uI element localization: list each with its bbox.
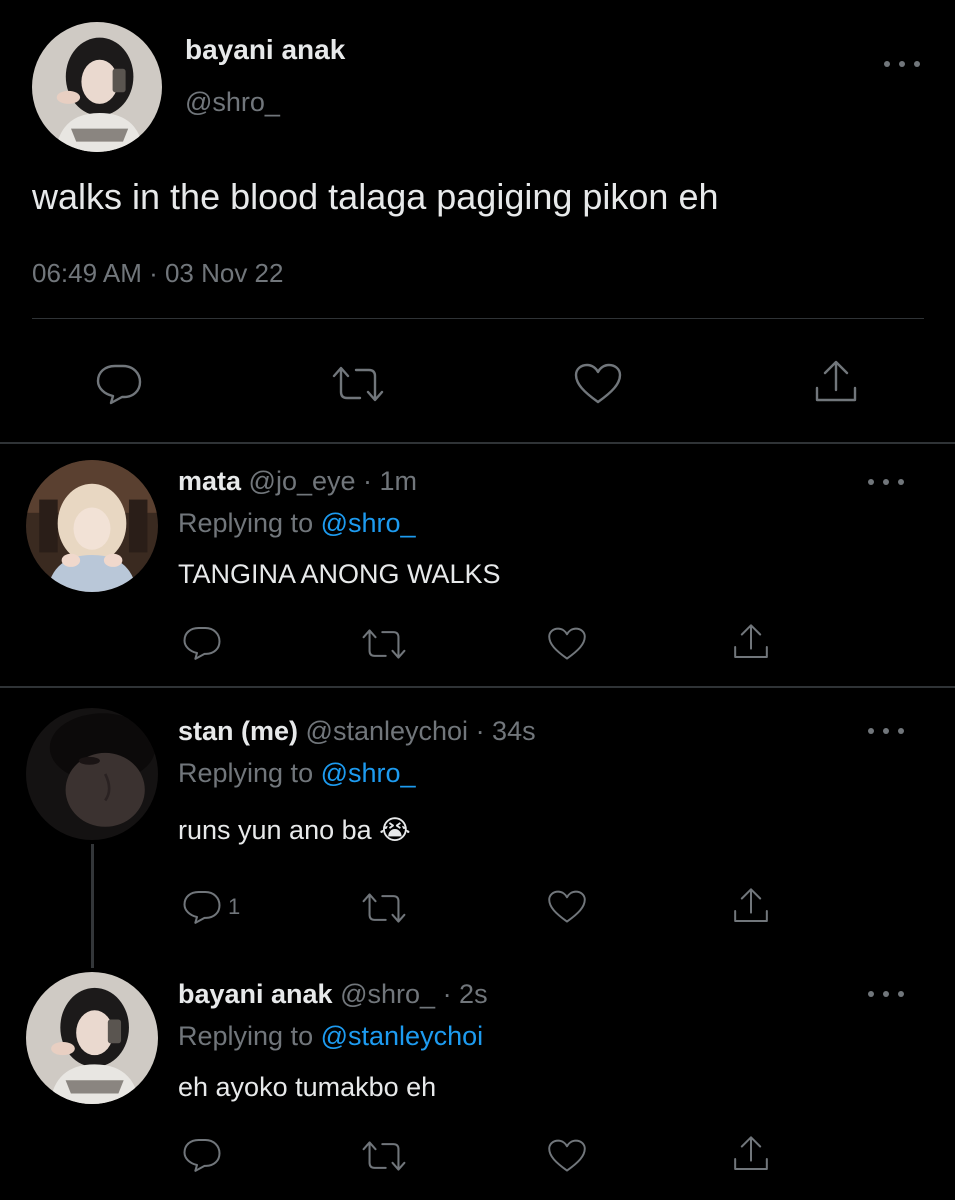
- reply-header: bayani anak @shro_ · 2s: [178, 979, 488, 1010]
- more-icon-dot: [898, 479, 904, 485]
- reply-button[interactable]: [95, 362, 143, 406]
- heart-icon: [548, 890, 586, 923]
- heart-icon: [548, 1139, 586, 1172]
- divider: [32, 318, 924, 319]
- author-handle[interactable]: @shro_: [340, 979, 435, 1009]
- avatar[interactable]: [26, 460, 158, 592]
- more-options-button[interactable]: [884, 56, 920, 72]
- replying-to-label: Replying to: [178, 1021, 314, 1051]
- share-icon: [734, 624, 768, 658]
- more-options-button[interactable]: [868, 723, 904, 739]
- more-icon: [868, 479, 874, 485]
- replying-to-link[interactable]: @shro_: [321, 758, 416, 788]
- tweet-timestamp[interactable]: 06:49 AM · 03 Nov 22: [32, 258, 283, 289]
- reply-header: mata @jo_eye · 1m: [178, 466, 417, 497]
- more-options-button[interactable]: [868, 474, 904, 490]
- replying-to-label: Replying to: [178, 508, 314, 538]
- retweet-icon: [332, 366, 384, 402]
- reply-text: runs yun ano ba 😭: [178, 815, 411, 845]
- share-icon: [815, 360, 857, 402]
- avatar-image: [32, 22, 162, 152]
- thread-connector: [91, 844, 94, 968]
- avatar-image: [26, 972, 158, 1104]
- reply-time[interactable]: · 2s: [443, 979, 488, 1009]
- author-handle[interactable]: @shro_: [185, 87, 280, 118]
- retweet-button[interactable]: [360, 1139, 408, 1173]
- reply-icon: [96, 364, 142, 405]
- more-icon-dot: [883, 728, 889, 734]
- like-button[interactable]: [546, 889, 588, 925]
- reply-header: stan (me) @stanleychoi · 34s: [178, 716, 536, 747]
- share-button[interactable]: [731, 622, 771, 662]
- replying-to-link[interactable]: @shro_: [321, 508, 416, 538]
- more-icon-dot: [883, 479, 889, 485]
- tweet-text: walks in the blood talaga pagiging pikon…: [32, 176, 719, 217]
- more-options-button[interactable]: [868, 986, 904, 1002]
- replying-to-label: Replying to: [178, 758, 314, 788]
- reply-button[interactable]: 1: [182, 888, 240, 926]
- author-handle[interactable]: @stanleychoi: [306, 716, 469, 746]
- more-icon-dot: [898, 728, 904, 734]
- like-button[interactable]: [546, 626, 588, 662]
- reply-button[interactable]: [182, 624, 228, 662]
- author-name[interactable]: stan (me): [178, 716, 298, 746]
- avatar[interactable]: [26, 708, 158, 840]
- author-name[interactable]: bayani anak: [178, 979, 333, 1009]
- reply-text: eh ayoko tumakbo eh: [178, 1072, 437, 1102]
- share-icon: [734, 888, 768, 922]
- heart-icon: [574, 363, 622, 404]
- author-handle[interactable]: @jo_eye: [249, 466, 356, 496]
- like-button[interactable]: [572, 362, 624, 406]
- avatar[interactable]: [32, 22, 162, 152]
- more-icon-dot: [883, 991, 889, 997]
- retweet-icon: [362, 893, 406, 923]
- more-icon: [884, 61, 890, 67]
- reply-text: TANGINA ANONG WALKS: [178, 559, 501, 589]
- share-button[interactable]: [731, 1134, 771, 1174]
- divider: [0, 686, 955, 688]
- reply-icon: [183, 1139, 221, 1172]
- divider: [0, 442, 955, 444]
- more-icon-dot: [898, 991, 904, 997]
- share-icon: [734, 1136, 768, 1170]
- replying-to: Replying to @shro_: [178, 508, 416, 539]
- retweet-button[interactable]: [330, 364, 386, 404]
- retweet-icon: [362, 1141, 406, 1171]
- replying-to: Replying to @shro_: [178, 758, 416, 789]
- reply-button[interactable]: [182, 1136, 228, 1174]
- like-button[interactable]: [546, 1138, 588, 1174]
- avatar-image: [26, 460, 158, 592]
- reply-icon: [183, 627, 221, 660]
- retweet-button[interactable]: [360, 891, 408, 925]
- reply-count: 1: [228, 894, 241, 919]
- reply-icon: [183, 891, 221, 924]
- reply-time[interactable]: · 1m: [363, 466, 417, 496]
- avatar[interactable]: [26, 972, 158, 1104]
- more-icon-dot: [899, 61, 905, 67]
- reply-time[interactable]: · 34s: [476, 716, 536, 746]
- retweet-button[interactable]: [360, 627, 408, 661]
- more-icon: [868, 728, 874, 734]
- share-button[interactable]: [731, 886, 771, 926]
- share-button[interactable]: [812, 358, 860, 406]
- author-name[interactable]: mata: [178, 466, 241, 496]
- more-icon: [868, 991, 874, 997]
- avatar-image: [26, 708, 158, 840]
- replying-to-link[interactable]: @stanleychoi: [321, 1021, 484, 1051]
- retweet-icon: [362, 629, 406, 659]
- author-name[interactable]: bayani anak: [185, 34, 345, 66]
- heart-icon: [548, 627, 586, 660]
- replying-to: Replying to @stanleychoi: [178, 1021, 483, 1052]
- more-icon-dot: [914, 61, 920, 67]
